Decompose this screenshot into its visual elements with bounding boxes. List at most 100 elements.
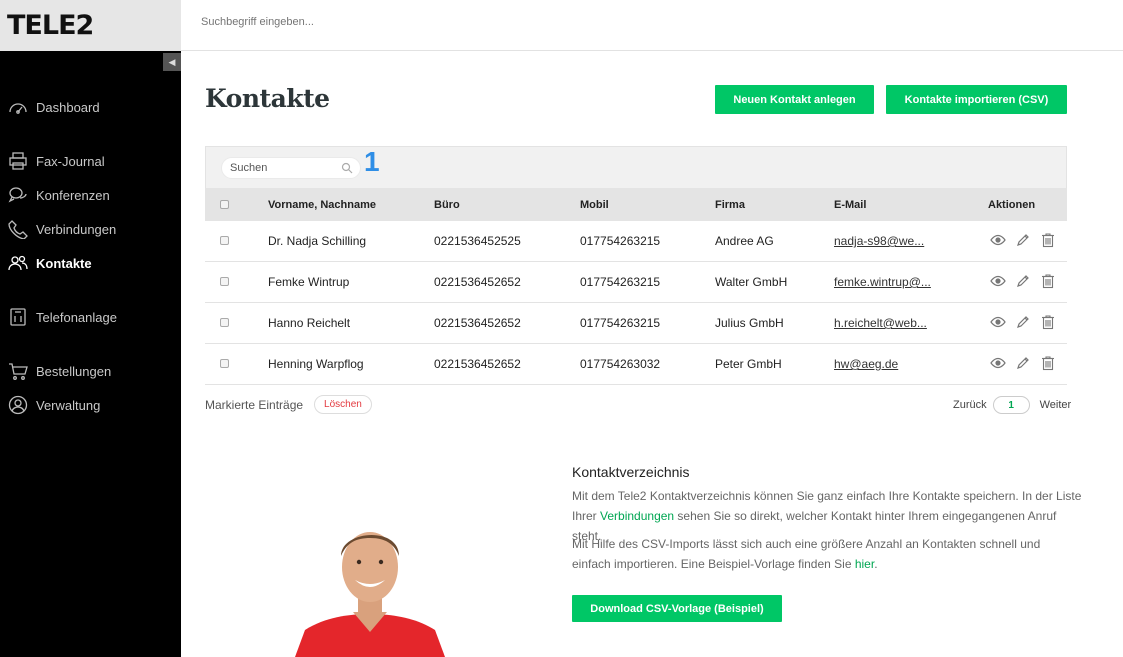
global-search-input[interactable]: [201, 16, 601, 28]
info-text: Mit Hilfe des CSV-Imports lässt sich auc…: [572, 537, 1041, 571]
cart-icon: [8, 361, 28, 381]
column-header-buero[interactable]: Büro: [434, 199, 460, 211]
select-all-checkbox[interactable]: [220, 200, 229, 209]
column-header-aktionen: Aktionen: [988, 199, 1036, 211]
view-eye-icon[interactable]: [990, 314, 1006, 330]
sidebar-item-label: Kontakte: [36, 255, 92, 271]
contact-name: Dr. Nadja Schilling: [268, 234, 367, 248]
row-checkbox[interactable]: [220, 236, 229, 245]
sidebar-item-label: Fax-Journal: [36, 153, 105, 169]
row-checkbox[interactable]: [220, 318, 229, 327]
contact-company: Andree AG: [715, 234, 774, 248]
table-row[interactable]: Henning Warpflog 0221536452652 017754263…: [205, 344, 1067, 385]
sidebar-item-fax-journal[interactable]: Fax-Journal: [8, 151, 105, 171]
info-title: Kontaktverzeichnis: [572, 464, 690, 480]
sidebar-item-label: Konferenzen: [36, 187, 110, 203]
contact-email-link[interactable]: h.reichelt@web...: [834, 316, 927, 330]
row-checkbox[interactable]: [220, 359, 229, 368]
table-row[interactable]: Femke Wintrup 0221536452652 017754263215…: [205, 262, 1067, 303]
pagination-current-page[interactable]: 1: [992, 396, 1030, 414]
sidebar: ◀ Dashboard Fax-Journal Konferenzen Verb…: [0, 51, 181, 657]
contacts-icon: [8, 253, 28, 273]
user-circle-icon: [8, 395, 28, 415]
verbindungen-link[interactable]: Verbindungen: [600, 509, 674, 523]
page-title: Kontakte: [205, 84, 330, 113]
speedometer-icon: [8, 97, 28, 117]
pagination-next[interactable]: Weiter: [1040, 399, 1072, 411]
delete-trash-icon[interactable]: [1040, 355, 1056, 371]
column-header-name[interactable]: Vorname, Nachname: [268, 199, 376, 211]
logo-area[interactable]: TELE2: [0, 0, 181, 51]
phone-icon: [8, 219, 28, 239]
import-csv-button[interactable]: Kontakte importieren (CSV): [886, 85, 1067, 114]
sidebar-item-bestellungen[interactable]: Bestellungen: [8, 361, 111, 381]
column-header-mobil[interactable]: Mobil: [580, 199, 609, 211]
contact-name: Femke Wintrup: [268, 275, 350, 289]
contact-email-link[interactable]: hw@aeg.de: [834, 357, 898, 371]
search-icon[interactable]: [341, 162, 353, 174]
tele2-logo[interactable]: TELE2: [7, 10, 94, 41]
sidebar-item-telefonanlage[interactable]: Telefonanlage: [8, 307, 117, 327]
view-eye-icon[interactable]: [990, 232, 1006, 248]
annotation-marker: 1: [364, 146, 380, 177]
sidebar-item-dashboard[interactable]: Dashboard: [8, 97, 100, 117]
delete-trash-icon[interactable]: [1040, 273, 1056, 289]
view-eye-icon[interactable]: [990, 273, 1006, 289]
top-bar: [181, 0, 1123, 51]
edit-pencil-icon[interactable]: [1015, 355, 1031, 371]
contact-email-link[interactable]: femke.wintrup@...: [834, 275, 931, 289]
sidebar-item-label: Verwaltung: [36, 397, 101, 413]
printer-icon: [8, 151, 28, 171]
table-row[interactable]: Dr. Nadja Schilling 0221536452525 017754…: [205, 221, 1067, 262]
edit-pencil-icon[interactable]: [1015, 314, 1031, 330]
sidebar-item-label: Telefonanlage: [36, 309, 117, 325]
table-row[interactable]: Hanno Reichelt 0221536452652 01775426321…: [205, 303, 1067, 344]
contact-company: Julius GmbH: [715, 316, 784, 330]
collapse-sidebar-icon[interactable]: ◀: [163, 53, 181, 71]
pagination-prev[interactable]: Zurück: [953, 399, 987, 411]
edit-pencil-icon[interactable]: [1015, 232, 1031, 248]
column-header-email[interactable]: E-Mail: [834, 199, 866, 211]
contact-office-phone: 0221536452652: [434, 357, 521, 371]
contact-office-phone: 0221536452525: [434, 234, 521, 248]
contact-mobile-phone: 017754263215: [580, 234, 661, 248]
contact-name: Henning Warpflog: [268, 357, 364, 371]
delete-trash-icon[interactable]: [1040, 232, 1056, 248]
contact-mobile-phone: 017754263215: [580, 316, 661, 330]
contact-name: Hanno Reichelt: [268, 316, 351, 330]
sidebar-item-konferenzen[interactable]: Konferenzen: [8, 185, 110, 205]
search-placeholder: Suchen: [230, 162, 268, 174]
table-toolbar: Suchen 1: [205, 146, 1067, 188]
marked-entries-label: Markierte Einträge: [205, 397, 304, 412]
sidebar-item-label: Bestellungen: [36, 363, 112, 379]
info-text: .: [874, 557, 878, 571]
contact-company: Peter GmbH: [715, 357, 782, 371]
template-here-link[interactable]: hier: [855, 557, 874, 571]
column-header-firma[interactable]: Firma: [715, 199, 745, 211]
row-checkbox[interactable]: [220, 277, 229, 286]
download-csv-template-button[interactable]: Download CSV-Vorlage (Beispiel): [572, 595, 782, 622]
contact-mobile-phone: 017754263215: [580, 275, 661, 289]
info-paragraph-2: Mit Hilfe des CSV-Imports lässt sich auc…: [572, 534, 1082, 574]
new-contact-button[interactable]: Neuen Kontakt anlegen: [715, 85, 874, 114]
contact-email-link[interactable]: nadja-s98@we...: [834, 234, 924, 248]
bulk-actions: Markierte Einträge Löschen: [205, 395, 372, 414]
contact-company: Walter GmbH: [715, 275, 788, 289]
sidebar-item-verwaltung[interactable]: Verwaltung: [8, 395, 100, 415]
contact-search-input[interactable]: Suchen: [221, 157, 361, 179]
sidebar-item-kontakte[interactable]: Kontakte: [8, 253, 92, 273]
sidebar-item-verbindungen[interactable]: Verbindungen: [8, 219, 116, 239]
delete-selected-button[interactable]: Löschen: [314, 395, 372, 414]
edit-pencil-icon[interactable]: [1015, 273, 1031, 289]
sidebar-item-label: Dashboard: [36, 99, 100, 115]
switchboard-icon: [8, 307, 28, 327]
person-photo: [295, 532, 445, 657]
delete-trash-icon[interactable]: [1040, 314, 1056, 330]
contact-office-phone: 0221536452652: [434, 275, 521, 289]
contact-office-phone: 0221536452652: [434, 316, 521, 330]
view-eye-icon[interactable]: [990, 355, 1006, 371]
table-header: Vorname, Nachname Büro Mobil Firma E-Mai…: [205, 188, 1067, 221]
pagination: Zurück 1 Weiter: [953, 396, 1071, 414]
contact-mobile-phone: 017754263032: [580, 357, 661, 371]
chat-icon: [8, 185, 28, 205]
